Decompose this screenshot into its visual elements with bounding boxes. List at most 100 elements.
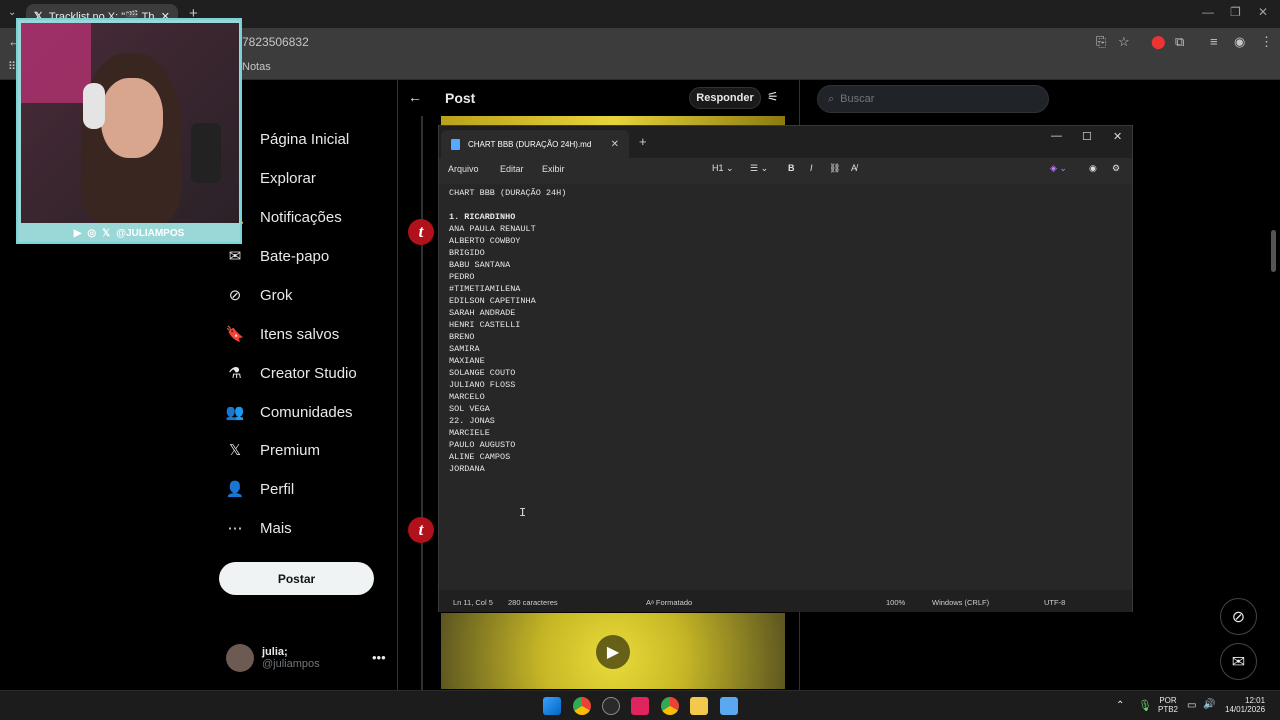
nav-item-10[interactable]: 👤 Perfil [226, 480, 295, 499]
menu-arquivo[interactable]: Arquivo [448, 164, 479, 174]
settings-gear-icon[interactable]: ⚙ [1112, 163, 1120, 174]
input-language[interactable]: POR PTB2 [1158, 696, 1178, 714]
windows-taskbar: ⌃ 🎙 POR PTB2 ▭ 🔊 12:01 14/01/2026 [0, 690, 1280, 720]
link-icon[interactable]: ⛓ [829, 163, 840, 174]
thread-connector [421, 116, 423, 690]
line-ending[interactable]: Windows (CRLF) [932, 598, 989, 607]
chrome-icon[interactable] [573, 697, 591, 715]
webcam-overlay: ▶ ◎ 𝕏 @JULIAMPOS [16, 18, 242, 244]
nav-item-6[interactable]: 🔖 Itens salvos [226, 325, 340, 344]
filter-icon[interactable]: ⚟ [767, 89, 779, 105]
tray-chevron-icon[interactable]: ⌃ [1116, 700, 1124, 711]
back-arrow-icon[interactable]: ← [408, 89, 422, 105]
avatar [226, 644, 254, 672]
divider [397, 80, 398, 690]
file-explorer-icon[interactable] [690, 697, 708, 715]
address-bar-url[interactable]: 7823506832 [242, 35, 309, 49]
minimize-icon[interactable]: — [1051, 130, 1062, 142]
menu-editar[interactable]: Editar [500, 164, 524, 174]
tracklist-avatar[interactable]: t [408, 219, 434, 245]
editor-line: CHART BBB (DURAÇÃO 24H) [449, 188, 567, 198]
new-tab-button[interactable]: + [639, 134, 647, 149]
scrollbar[interactable] [1271, 230, 1276, 272]
list-icon[interactable]: ☰ ⌄ [750, 163, 768, 174]
nav-item-1[interactable]: ⌂Página Inicial [226, 130, 349, 148]
close-window-icon[interactable]: ✕ [1113, 130, 1122, 143]
obs-icon[interactable] [602, 697, 620, 715]
chrome-profile-icon[interactable] [661, 697, 679, 715]
editor-line: ALINE CAMPOS [449, 452, 511, 462]
network-icon[interactable]: ▭ [1187, 700, 1196, 711]
post-button[interactable]: Postar [219, 562, 374, 595]
profile-avatar-icon[interactable]: ◉ [1234, 34, 1245, 50]
nav-item-5[interactable]: ⊘ Grok [226, 286, 293, 305]
install-icon[interactable]: ⎘ [1096, 34, 1106, 50]
chrome-menu-icon[interactable]: ⋮ [1260, 34, 1273, 50]
windows-start-icon[interactable] [543, 697, 561, 715]
clear-format-icon[interactable]: A̸ [851, 163, 857, 173]
notepad-editor[interactable]: CHART BBB (DURAÇÃO 24H) 1. RICARDINHO ANA … [439, 184, 1132, 590]
bold-icon[interactable]: B [788, 163, 795, 173]
messages-fab-icon[interactable]: ✉ [1220, 643, 1257, 680]
extensions-icon[interactable]: ⧉ [1175, 34, 1184, 50]
flask-icon: ⚗ [228, 365, 242, 382]
nav-item-label: Premium [260, 441, 321, 459]
search-input[interactable]: ⌕ Buscar [817, 85, 1049, 113]
nav-item-label: Explorar [260, 169, 316, 187]
editor-line: #TIMETIAMILENA [449, 284, 521, 294]
heading-select[interactable]: H1 ⌄ [712, 163, 734, 174]
notepad-tab-title: CHART BBB (DURAÇÃO 24H).md [468, 139, 592, 149]
menu-exibir[interactable]: Exibir [542, 164, 565, 174]
x-logo-icon: 𝕏 [102, 227, 111, 239]
time: 12:01 [1245, 696, 1266, 705]
bookmark-notas[interactable]: Notas [242, 61, 271, 73]
italic-icon[interactable]: I [810, 163, 813, 173]
volume-icon[interactable]: 🔊 [1203, 699, 1215, 710]
apps-icon[interactable]: ⠿ [8, 60, 16, 73]
play-icon[interactable]: ▶ [596, 635, 630, 669]
minimize-icon[interactable]: — [1202, 5, 1214, 19]
ring-light [21, 23, 91, 103]
close-window-icon[interactable]: ✕ [1258, 5, 1268, 19]
extension-red-icon[interactable]: ⬤ [1151, 34, 1166, 50]
tiktok-icon[interactable] [631, 697, 649, 715]
star-icon[interactable]: ☆ [1118, 34, 1130, 50]
post-video-thumbnail[interactable]: ▶ [441, 613, 785, 689]
tracklist-avatar[interactable]: t [408, 517, 434, 543]
text-cursor-icon: I [519, 506, 527, 520]
account-icon[interactable]: ◉ [1089, 163, 1097, 174]
grok-fab-icon[interactable]: ⊘ [1220, 598, 1257, 635]
nav-item-9[interactable]: 𝕏 Premium [226, 441, 321, 460]
notepad-tab[interactable]: CHART BBB (DURAÇÃO 24H).md ✕ [441, 130, 629, 158]
headphone-left [83, 83, 105, 129]
reading-list-icon[interactable]: ≡ [1210, 34, 1218, 49]
reply-button[interactable]: Responder [689, 87, 761, 109]
tab-search-icon[interactable]: ⌄ [8, 7, 16, 18]
format-toggle[interactable]: Aᵃ Formatado [646, 598, 692, 607]
profile-more-icon[interactable]: ••• [372, 650, 386, 665]
profile-switcher[interactable]: julia; @juliampos [226, 644, 320, 672]
nav-item-label: Notificações [260, 208, 342, 226]
maximize-icon[interactable]: ❐ [1230, 5, 1241, 19]
nav-item-11[interactable]: ⋯ Mais [226, 519, 292, 538]
editor-line: ALBERTO COWBOY [449, 236, 521, 246]
nav-item-label: Perfil [260, 480, 295, 498]
date: 14/01/2026 [1225, 705, 1266, 714]
mic-icon[interactable]: 🎙 [1138, 699, 1152, 712]
nav-item-4[interactable]: ✉ Bate-papo [226, 247, 330, 266]
clock[interactable]: 12:01 14/01/2026 [1225, 696, 1265, 714]
mail-icon: ✉ [228, 248, 242, 265]
zoom-level[interactable]: 100% [886, 598, 905, 607]
editor-line: SAMIRA [449, 344, 480, 354]
nav-item-3[interactable]: 🔔Notificações [226, 208, 342, 227]
encoding[interactable]: UTF-8 [1044, 598, 1065, 607]
maximize-icon[interactable]: ☐ [1082, 130, 1092, 143]
close-icon[interactable]: ✕ [611, 139, 619, 150]
nav-item-8[interactable]: 👥 Comunidades [226, 403, 353, 422]
page-title: Post [445, 90, 476, 106]
nav-item-7[interactable]: ⚗ Creator Studio [226, 364, 356, 383]
notepad-icon[interactable] [720, 697, 738, 715]
copilot-icon[interactable]: ◈ ⌄ [1050, 163, 1067, 174]
editor-line: ANA PAULA RENAULT [449, 224, 536, 234]
editor-line: JORDANA [449, 464, 485, 474]
